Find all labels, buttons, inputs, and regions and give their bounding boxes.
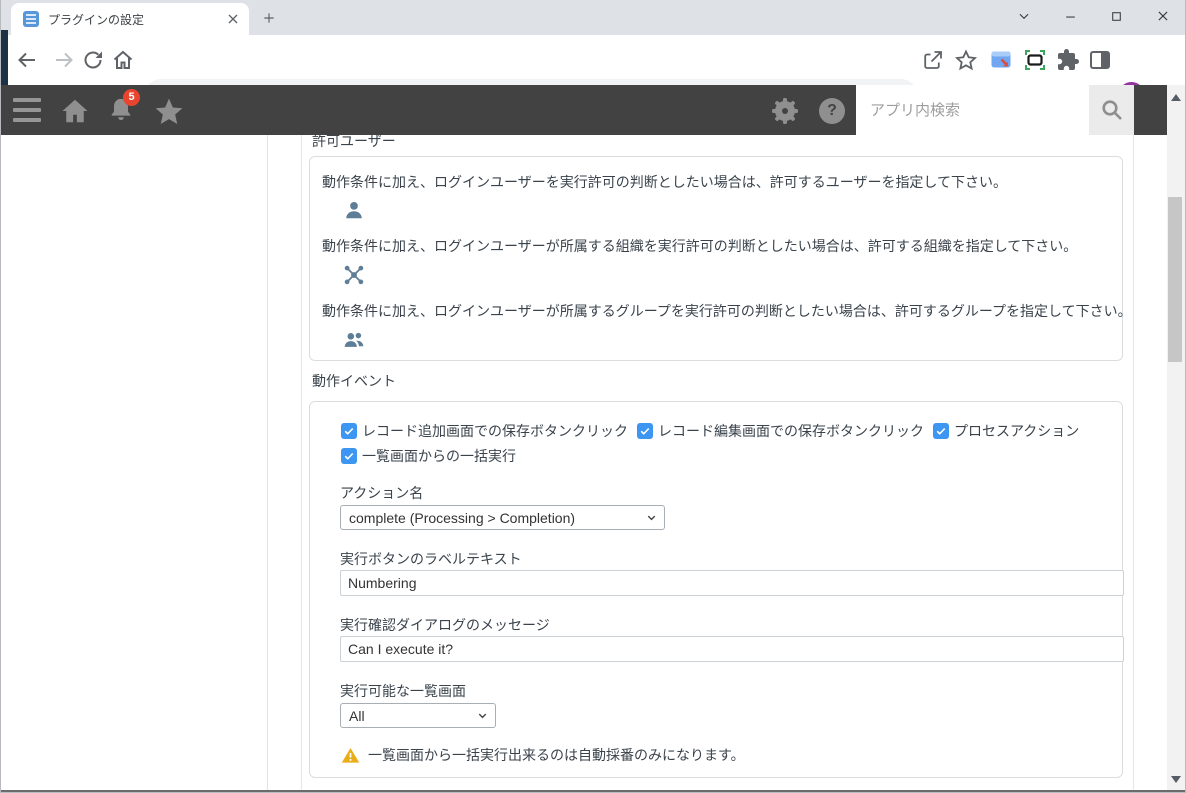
checkbox-record-edit-save[interactable]: レコード編集画面での保存ボタンクリック: [637, 421, 924, 441]
tab-strip: プラグインの設定: [1, 0, 1185, 35]
app-search-button[interactable]: [1089, 85, 1134, 135]
home-button[interactable]: [111, 48, 135, 72]
confirm-dialog-label: 実行確認ダイアログのメッセージ: [340, 617, 550, 633]
extension-capture-icon[interactable]: [1023, 48, 1047, 72]
share-button[interactable]: [921, 48, 945, 72]
split-window-icon: [1090, 51, 1110, 69]
chevron-down-icon: [478, 713, 487, 719]
checkbox-checked-icon: [341, 423, 357, 439]
help-icon[interactable]: [819, 98, 845, 124]
window-frame-edge: [1, 30, 8, 85]
maximize-button[interactable]: [1096, 0, 1136, 32]
minimize-button[interactable]: [1050, 0, 1090, 32]
back-button[interactable]: [15, 48, 39, 72]
warning-icon: [341, 747, 360, 763]
bulk-exec-warning: 一覧画面から一括実行出来るのは自動採番のみになります。: [341, 745, 745, 765]
checkbox-bulk-exec-list[interactable]: 一覧画面からの一括実行: [341, 446, 516, 466]
search-icon: [1101, 100, 1122, 120]
chevron-down-icon: [647, 515, 656, 521]
new-tab-button[interactable]: [257, 6, 281, 30]
kintone-favicon-icon: [23, 11, 39, 27]
home-icon: [113, 50, 133, 69]
permitted-users-instruction: 動作条件に加え、ログインユーザーを実行許可の判断としたい場合は、許可するユーザー…: [322, 174, 1008, 190]
close-button[interactable]: [1143, 0, 1183, 32]
exec-button-label: 実行ボタンのラベルテキスト: [340, 551, 522, 567]
permitted-orgs-instruction: 動作条件に加え、ログインユーザーが所属する組織を実行許可の判断としたい場合は、許…: [322, 238, 1078, 254]
chevron-down-icon: [1019, 13, 1029, 20]
action-events-box: レコード追加画面での保存ボタンクリック レコード編集画面での保存ボタンクリック …: [309, 401, 1124, 778]
back-arrow-icon: [18, 52, 35, 68]
tab-close-icon[interactable]: [225, 11, 241, 27]
minimize-icon: [1065, 16, 1075, 18]
user-icon[interactable]: [343, 199, 365, 221]
forward-button[interactable]: [52, 48, 76, 72]
exec-button-label-input[interactable]: [340, 570, 1124, 596]
app-home-icon[interactable]: [60, 96, 90, 126]
checkbox-checked-icon: [933, 423, 949, 439]
browser-tab-plugin-settings[interactable]: プラグインの設定: [11, 3, 249, 35]
checkbox-checked-icon: [637, 423, 653, 439]
extensions-menu-button[interactable]: [1056, 48, 1080, 72]
organization-icon[interactable]: [343, 264, 365, 286]
plus-icon: [264, 13, 274, 23]
close-icon: [1158, 11, 1168, 21]
star-outline-icon: [954, 49, 978, 71]
tab-title: プラグインの設定: [48, 12, 145, 27]
plugin-settings-panel: 許可ユーザー 動作条件に加え、ログインユーザーを実行許可の判断としたい場合は、許…: [301, 123, 1134, 790]
maximize-icon: [1111, 11, 1121, 21]
browser-window: プラグインの設定 許可ユーザー 動作条件に加え、ログインユーザーを実行許可の判断…: [0, 0, 1186, 793]
page-content: 許可ユーザー 動作条件に加え、ログインユーザーを実行許可の判断としたい場合は、許…: [1, 85, 1169, 790]
favorites-star-icon[interactable]: [153, 96, 185, 128]
notification-badge: 5: [123, 89, 140, 106]
left-sidebar: [1, 135, 268, 790]
browser-toolbar: pandafirm.cybozu.com/k/admin/app/1860/pl…: [1, 35, 1185, 111]
group-icon[interactable]: [343, 329, 365, 351]
forward-arrow-icon: [56, 52, 73, 68]
executable-list-view-select[interactable]: All: [340, 703, 496, 728]
window-extension-icon: [991, 51, 1011, 68]
settings-gear-icon[interactable]: [772, 98, 798, 124]
app-search-input[interactable]: [856, 85, 1089, 135]
extension-sidepanel-icon[interactable]: [1088, 48, 1112, 72]
permitted-users-box: 動作条件に加え、ログインユーザーを実行許可の判断としたい場合は、許可するユーザー…: [309, 156, 1132, 361]
extension-screenshot-icon[interactable]: [989, 48, 1013, 72]
checkbox-record-add-save[interactable]: レコード追加画面での保存ボタンクリック: [341, 421, 628, 441]
share-icon: [924, 51, 942, 69]
reload-icon: [84, 51, 102, 69]
bookmark-button[interactable]: [954, 48, 978, 72]
checkbox-process-action[interactable]: プロセスアクション: [933, 421, 1079, 441]
scrollbar[interactable]: [1167, 85, 1185, 790]
notifications-bell-icon[interactable]: 5: [107, 89, 140, 127]
action-name-label: アクション名: [340, 485, 424, 501]
hamburger-menu-icon[interactable]: [13, 98, 41, 122]
confirm-dialog-message-input[interactable]: [340, 636, 1124, 662]
action-events-label: 動作イベント: [312, 373, 396, 389]
scrollbar-thumb[interactable]: [1168, 197, 1182, 362]
scrollbar-up-arrow[interactable]: [1171, 94, 1181, 101]
puzzle-icon: [1058, 49, 1079, 70]
tab-search-button[interactable]: [1004, 0, 1044, 32]
reload-button[interactable]: [81, 48, 105, 72]
permitted-groups-instruction: 動作条件に加え、ログインユーザーが所属するグループを実行許可の判断としたい場合は…: [322, 303, 1132, 319]
checkbox-checked-icon: [341, 448, 357, 464]
action-name-select[interactable]: complete (Processing > Completion): [340, 505, 665, 530]
executable-list-view-label: 実行可能な一覧画面: [340, 683, 466, 699]
capture-frame-icon: [1025, 50, 1045, 70]
scrollbar-down-arrow[interactable]: [1171, 776, 1181, 783]
